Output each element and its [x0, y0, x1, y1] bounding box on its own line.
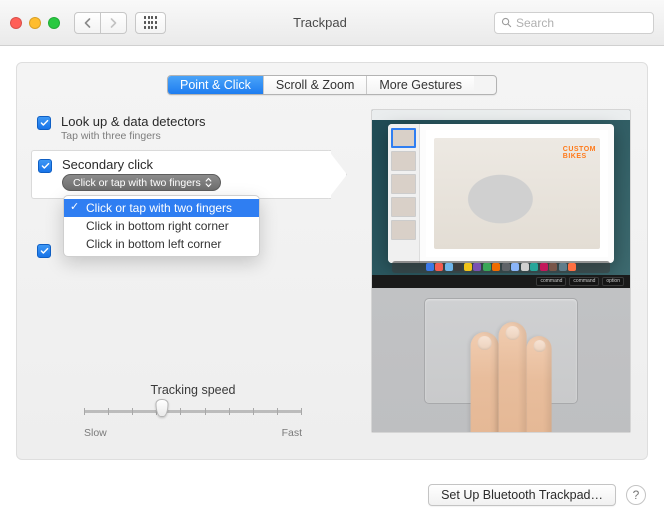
preview-dock — [392, 261, 610, 273]
toolbar: Trackpad Search — [0, 0, 664, 46]
option-secondary-click[interactable]: Secondary click Click or tap with two fi… — [31, 150, 331, 199]
tracking-speed-slider[interactable] — [84, 401, 302, 423]
dropdown-option-bottom-left[interactable]: Click in bottom left corner — [64, 235, 259, 253]
zoom-window-button[interactable] — [48, 17, 60, 29]
gesture-preview: CUSTOMBIKES command command option — [371, 109, 631, 433]
preferences-panel: Point & Click Scroll & Zoom More Gesture… — [16, 62, 648, 460]
checkbox-lookup[interactable] — [37, 116, 51, 130]
option-secondary-label: Secondary click — [62, 157, 221, 172]
tracking-speed-label: Tracking speed — [33, 383, 353, 397]
secondary-click-dropdown-menu: Click or tap with two fingers Click in b… — [63, 195, 260, 257]
key-command-left: command — [536, 277, 566, 286]
preview-trackpad-area — [372, 288, 630, 433]
grid-icon — [144, 16, 157, 29]
show-all-button[interactable] — [135, 12, 166, 34]
setup-bluetooth-trackpad-button[interactable]: Set Up Bluetooth Trackpad… — [428, 484, 616, 506]
key-command-right: command — [569, 277, 599, 286]
tab-point-and-click[interactable]: Point & Click — [168, 76, 263, 94]
preview-app-window: CUSTOMBIKES — [388, 124, 614, 263]
back-button[interactable] — [74, 12, 101, 34]
chevron-up-down-icon — [205, 177, 212, 188]
window-title: Trackpad — [174, 15, 486, 30]
preview-hero-text: CUSTOMBIKES — [563, 146, 596, 161]
key-option: option — [602, 277, 624, 286]
tab-more-gestures[interactable]: More Gestures — [366, 76, 474, 94]
option-lookup[interactable]: Look up & data detectors Tap with three … — [33, 109, 353, 150]
help-button[interactable]: ? — [626, 485, 646, 505]
footer: Set Up Bluetooth Trackpad… ? — [0, 476, 664, 506]
options-column: Look up & data detectors Tap with three … — [33, 109, 353, 439]
option-lookup-subtitle: Tap with three fingers — [61, 130, 206, 142]
search-field[interactable]: Search — [494, 12, 654, 34]
tracking-speed-section: Tracking speed Slow Fast — [33, 383, 353, 439]
slider-min-label: Slow — [84, 427, 107, 439]
search-placeholder: Search — [516, 16, 554, 30]
dropdown-option-bottom-right[interactable]: Click in bottom right corner — [64, 217, 259, 235]
secondary-click-selected: Click or tap with two fingers — [73, 177, 201, 189]
window-controls — [10, 17, 60, 29]
forward-button[interactable] — [101, 12, 127, 34]
preview-keyboard-strip: command command option — [372, 275, 630, 288]
search-icon — [501, 17, 512, 28]
tab-scroll-and-zoom[interactable]: Scroll & Zoom — [263, 76, 367, 94]
preview-desktop: CUSTOMBIKES — [372, 110, 630, 275]
secondary-click-dropdown-button[interactable]: Click or tap with two fingers — [62, 174, 221, 191]
checkbox-third[interactable] — [37, 244, 51, 258]
checkbox-secondary-click[interactable] — [38, 159, 52, 173]
tab-bar: Point & Click Scroll & Zoom More Gesture… — [167, 75, 497, 95]
option-lookup-label: Look up & data detectors — [61, 114, 206, 129]
nav-buttons — [74, 12, 127, 34]
close-window-button[interactable] — [10, 17, 22, 29]
dropdown-option-two-fingers[interactable]: Click or tap with two fingers — [64, 199, 259, 217]
slider-max-label: Fast — [282, 427, 302, 439]
preview-hand — [439, 318, 569, 433]
minimize-window-button[interactable] — [29, 17, 41, 29]
